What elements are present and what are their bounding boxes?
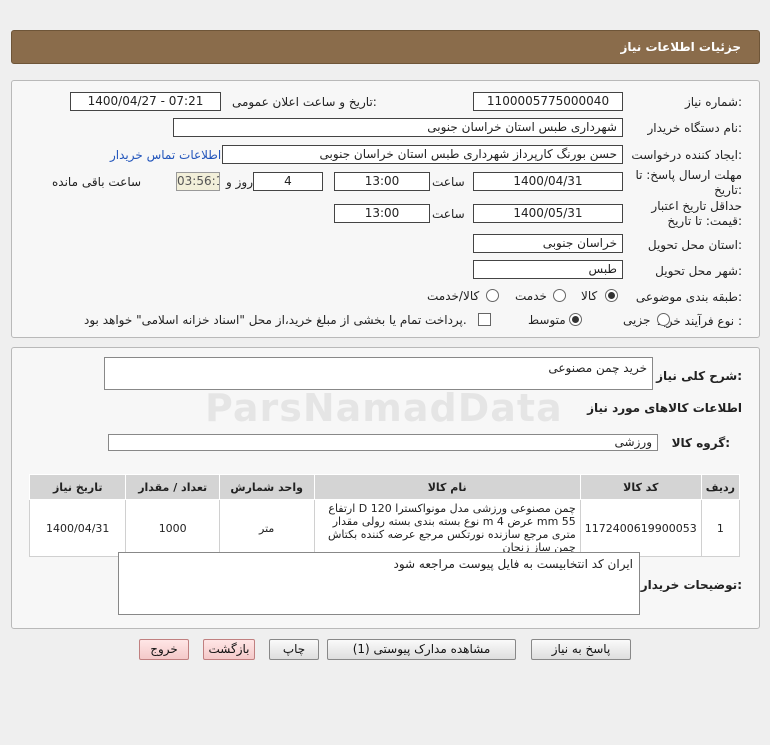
table-row: 1 1172400619900053 چمن مصنوعی ورزشی مدل … [28,499,741,557]
category-label: طبقه بندی موضوعی: [635,290,742,304]
announce-field: 1400/04/27 - 07:21 [70,92,221,111]
validity-time-field: 13:00 [334,204,430,223]
requester-field: حسن بورنگ کارپرداز شهرداری طبس استان خرا… [222,145,623,164]
category-goods-service-label: کالا/خدمت [427,289,480,303]
respond-button[interactable]: پاسخ به نیاز [531,639,631,660]
requester-label: ایجاد کننده درخواست: [631,148,742,162]
payment-note: پرداخت تمام یا بخشی از مبلغ خرید،از محل … [84,313,467,327]
view-attachments-button[interactable]: مشاهده مدارک پیوستی (1) [327,639,516,660]
deadline-date-field: 1400/04/31 [473,172,623,191]
contact-buyer-link[interactable]: اطلاعات تماس خریدار [110,148,221,162]
province-field: خراسان جنوبی [473,234,623,253]
category-radio-service[interactable] [553,289,566,302]
city-label: شهر محل تحویل: [655,264,742,278]
goods-table: ردیف کد کالا نام کالا واحد شمارش تعداد /… [28,474,741,557]
process-label: نوع فرآیند خرید : [657,314,742,328]
print-button[interactable]: چاپ [269,639,319,660]
announce-label: تاریخ و ساعت اعلان عمومی: [232,95,377,109]
col-header-name: نام کالا [313,474,581,500]
col-header-unit: واحد شمارش [218,474,315,500]
city-field: طبس [473,260,623,279]
deadline-time-label: ساعت [432,175,465,189]
buyer-notes-label: توضیحات خریدار: [640,578,742,592]
col-header-date: تاریخ نیاز [28,474,127,500]
goods-group-field: ورزشی [108,434,658,451]
validity-date-field: 1400/05/31 [473,204,623,223]
need-number-field: 1100005775000040 [473,92,623,111]
goods-group-label: گروه کالا: [671,436,730,450]
cell-row: 1 [700,499,741,557]
buyer-org-field: شهرداری طبس استان خراسان جنوبی [173,118,623,137]
remaining-label: ساعت باقی مانده [52,175,142,189]
col-header-qty: تعداد / مقدار [125,474,220,500]
summary-field: خرید چمن مصنوعی [104,357,653,390]
cell-unit: متر [218,499,315,557]
cell-date: 1400/04/31 [28,499,127,557]
page-title-bar: جزئیات اطلاعات نیاز [11,30,760,64]
province-label: استان محل تحویل: [647,238,742,252]
col-header-row: ردیف [700,474,741,500]
page-title: جزئیات اطلاعات نیاز [620,40,741,54]
category-radio-goods-service[interactable] [486,289,499,302]
col-header-code: کد کالا [579,474,702,500]
process-medium-label: متوسط [528,313,566,327]
category-goods-label: کالا [581,289,598,303]
treasury-payment-checkbox[interactable] [478,313,491,326]
buyer-notes-field: ایران کد انتخابیست به فایل پیوست مراجعه … [118,552,640,615]
process-radio-medium[interactable] [569,313,582,326]
deadline-label: مهلت ارسال پاسخ: تا تاریخ: [635,168,742,197]
cell-name: چمن مصنوعی ورزشی مدل مونواکسترا D 120 ار… [313,499,581,557]
process-radio-minor[interactable] [657,313,670,326]
need-number-label: شماره نیاز: [684,95,742,109]
exit-button[interactable]: خروج [139,639,189,660]
category-service-label: خدمت [515,289,547,303]
days-label: روز و [226,175,253,189]
cell-code: 1172400619900053 [579,499,702,557]
cell-qty: 1000 [125,499,220,557]
category-radio-goods[interactable] [605,289,618,302]
days-field: 4 [253,172,323,191]
validity-time-label: ساعت [432,207,465,221]
buyer-org-label: نام دستگاه خریدار: [647,121,743,135]
goods-info-title: اطلاعات کالاهای مورد نیاز [587,401,742,415]
process-minor-label: جزیی [623,313,651,327]
deadline-time-field: 13:00 [334,172,430,191]
remaining-time-field: 03:56:17 [176,172,220,191]
summary-label: شرح کلی نیاز: [656,369,742,383]
validity-label: حداقل تاریخ اعتبار قیمت: تا تاریخ: [651,199,742,228]
back-button[interactable]: بازگشت [203,639,255,660]
